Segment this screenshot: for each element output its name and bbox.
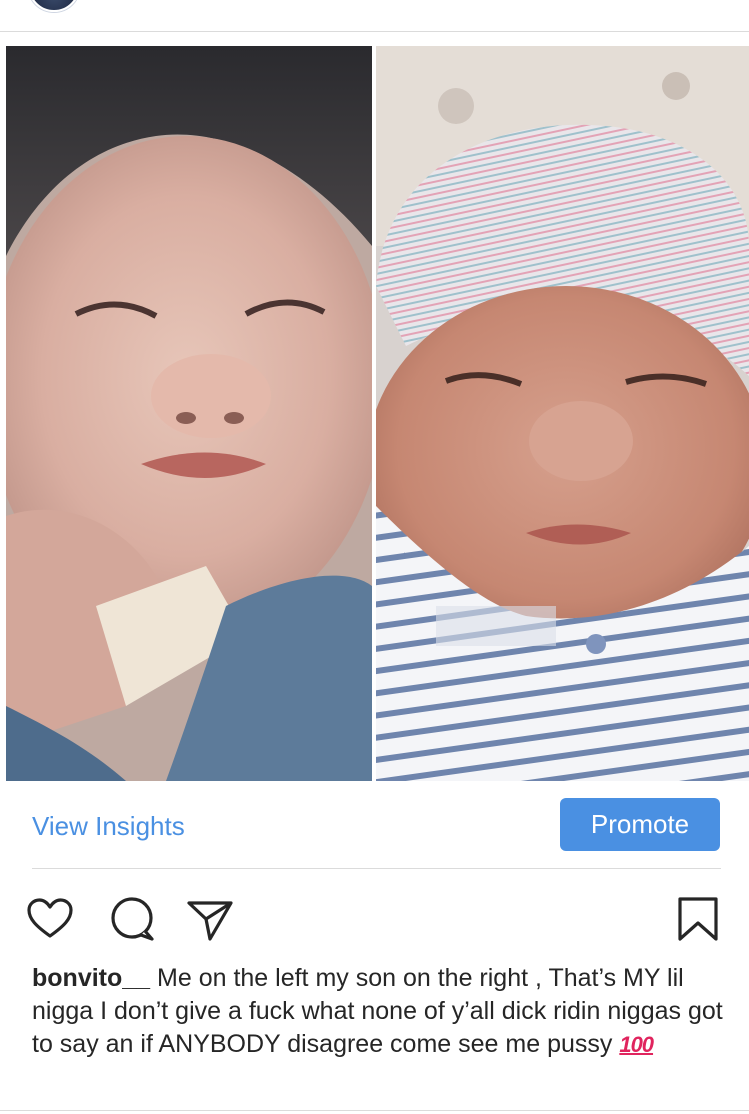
post-media[interactable] (0, 46, 749, 781)
insights-row: View Insights Promote (0, 781, 749, 869)
bottom-divider (0, 1110, 749, 1111)
comment-icon[interactable] (108, 895, 156, 943)
view-insights-link[interactable]: View Insights (32, 811, 185, 842)
divider (32, 868, 721, 869)
caption-username[interactable]: bonvito__ (32, 964, 150, 992)
bookmark-icon[interactable] (674, 895, 722, 943)
photo-left (6, 46, 372, 781)
post-caption: bonvito__ Me on the left my son on the r… (32, 962, 732, 1061)
post-header (0, 0, 749, 32)
heart-icon[interactable] (26, 895, 74, 943)
promote-button[interactable]: Promote (560, 798, 720, 851)
hundred-points-emoji: 100 (619, 1032, 654, 1057)
photo-right (376, 46, 749, 781)
avatar[interactable] (28, 0, 80, 12)
paper-plane-icon[interactable] (186, 895, 234, 943)
action-bar (0, 885, 749, 955)
